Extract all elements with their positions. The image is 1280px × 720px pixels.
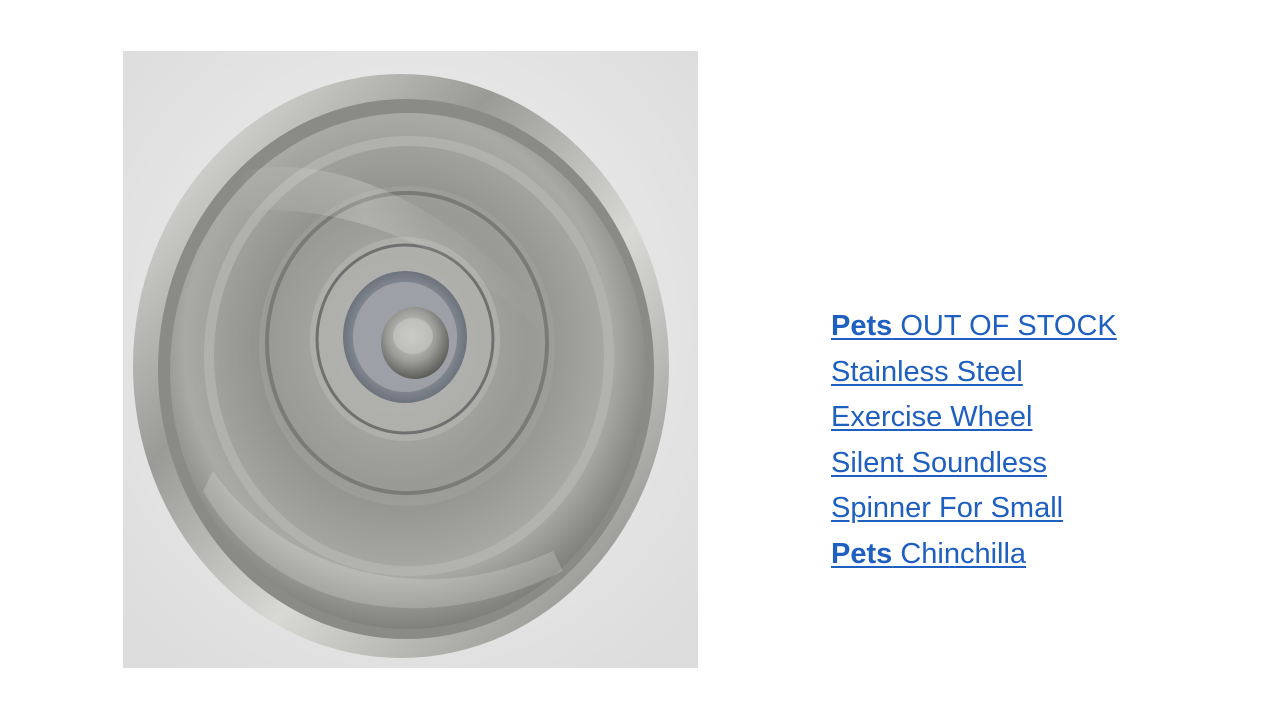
product-link-line-2[interactable]: Stainless Steel (831, 350, 1251, 396)
product-link-line-5[interactable]: Spinner For Small (831, 486, 1251, 532)
link-text: Chinchilla (892, 537, 1027, 570)
slide: Pets OUT OF STOCK Stainless Steel Exerci… (0, 0, 1280, 720)
link-text: Stainless Steel (831, 355, 1023, 388)
product-link-caption: Pets OUT OF STOCK Stainless Steel Exerci… (831, 304, 1251, 577)
product-link-line-3[interactable]: Exercise Wheel (831, 395, 1251, 441)
link-bold-text: Pets (831, 537, 893, 570)
link-text: Silent Soundless (831, 446, 1048, 479)
product-link-line-6[interactable]: Pets Chinchilla (831, 532, 1251, 578)
exercise-wheel-image (123, 51, 698, 668)
product-photo (123, 51, 698, 668)
link-text: Spinner For Small (831, 492, 1064, 524)
link-text: OUT OF STOCK (892, 310, 1117, 342)
link-bold-text: Pets (831, 310, 893, 342)
product-link-line-4[interactable]: Silent Soundless (831, 441, 1251, 487)
link-text: Exercise Wheel (831, 401, 1033, 433)
product-link-line-1[interactable]: Pets OUT OF STOCK (831, 304, 1251, 350)
